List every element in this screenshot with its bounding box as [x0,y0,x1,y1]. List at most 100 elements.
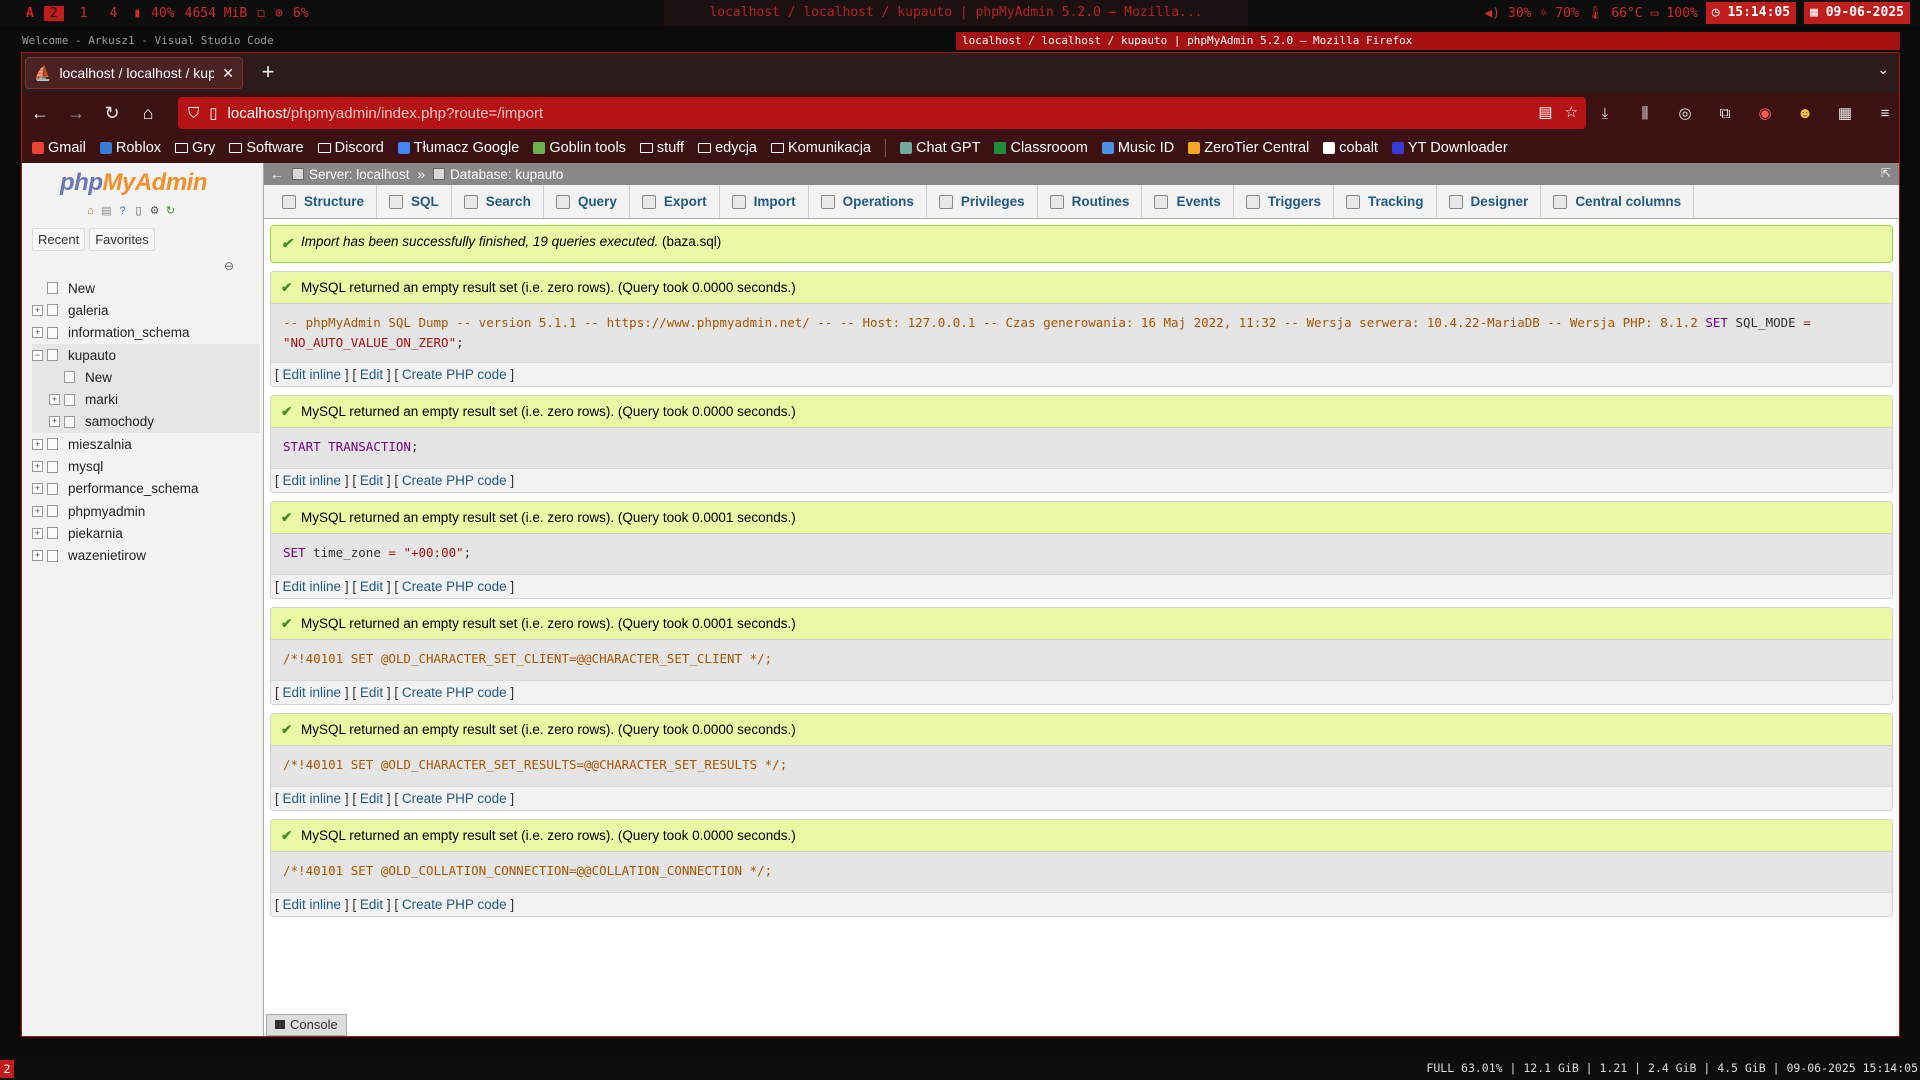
edit-link[interactable]: Edit [360,897,383,912]
firefox-window-title[interactable]: localhost / localhost / kupauto | phpMyA… [956,32,1900,50]
tree-node[interactable]: − kupauto [32,343,260,367]
tree-node[interactable]: + wazenietirow [32,545,260,567]
tree-node[interactable]: + marki [32,388,260,411]
tab-query[interactable]: Query [544,184,630,219]
bookmark-7[interactable]: stuff [639,140,684,156]
tab-import[interactable]: Import [720,184,809,219]
tab-structure[interactable]: Structure [270,184,378,219]
downloads-icon[interactable]: ⤓ [1590,105,1620,122]
back-button[interactable]: ← [22,97,58,129]
extension-face-icon[interactable]: ☻ [1790,105,1820,122]
bookmark-11[interactable]: Classrooom [994,140,1088,156]
breadcrumb-database[interactable]: Database: kupauto [433,167,563,182]
edit-inline-link[interactable]: Edit inline [283,791,342,806]
tree-node-label[interactable]: galeria [68,303,109,318]
menu-hamburger-icon[interactable]: ≡ [1870,105,1900,122]
shield-icon[interactable]: ⛉ [188,105,199,122]
expand-icon[interactable]: + [32,483,43,495]
extension-wf-icon[interactable]: ▦ [1830,104,1860,122]
bookmark-10[interactable]: Chat GPT [900,140,980,156]
forward-button[interactable]: → [58,97,94,129]
list-all-tabs-chevron-icon[interactable]: ⌄ [1877,61,1889,78]
tree-node-label[interactable]: New [68,281,95,296]
tree-node[interactable]: New [32,277,260,299]
library-icon[interactable]: ⫼ [1630,105,1660,122]
bookmark-1[interactable]: Roblox [99,140,161,156]
expand-icon[interactable]: + [32,550,43,562]
expand-icon[interactable]: + [49,394,60,406]
settings-gear-icon[interactable]: ⚙ [148,205,161,218]
bookmark-0[interactable]: Gmail [32,140,86,156]
volume-level[interactable]: 30% [1508,6,1531,21]
url-bar[interactable]: ⛉ ▯ localhost/phpmyadmin/index.php?route… [178,97,1586,129]
tree-node-label[interactable]: kupauto [68,348,116,363]
link-with-main-panel-icon[interactable]: ⊖ [224,259,234,273]
phpmyadmin-logo[interactable]: phpMyAdmin [60,169,207,197]
home-icon[interactable]: ⌂ [84,205,97,218]
workspace-button-1[interactable]: 1 [74,6,94,21]
docs-icon[interactable]: ▯ [132,205,145,218]
close-tab-icon[interactable]: ✕ [222,65,234,82]
bookmark-9[interactable]: Komunikacja [770,140,871,156]
extensions-puzzle-icon[interactable]: ⧉ [1710,105,1740,122]
recent-tables-button[interactable]: Recent [32,228,86,251]
tree-node[interactable]: + mysql [32,455,260,477]
tab-tracking[interactable]: Tracking [1334,184,1437,219]
tree-node-label[interactable]: marki [85,392,118,407]
tree-node-label[interactable]: performance_schema [68,481,199,496]
tree-node-label[interactable]: phpmyadmin [68,504,145,519]
tab-operations[interactable]: Operations [809,184,927,219]
tree-line-icon[interactable] [32,283,43,294]
workspace-button-4[interactable]: 4 [103,6,123,21]
tab-privileges[interactable]: Privileges [927,184,1038,219]
create-php-code-link[interactable]: Create PHP code [402,897,507,912]
tree-node[interactable]: + galeria [32,299,260,321]
edit-inline-link[interactable]: Edit inline [283,473,342,488]
expand-icon[interactable]: + [32,438,43,450]
create-php-code-link[interactable]: Create PHP code [402,791,507,806]
extension-mask-icon[interactable]: ◎ [1670,104,1700,122]
favorite-tables-button[interactable]: Favorites [89,228,155,251]
bookmark-8[interactable]: edycja [698,140,757,156]
tab-routines[interactable]: Routines [1038,184,1143,219]
tree-node[interactable]: + information_schema [32,322,260,344]
edit-inline-link[interactable]: Edit inline [283,579,342,594]
tree-node[interactable]: + phpmyadmin [32,500,260,522]
reload-navigation-icon[interactable]: ↻ [164,205,177,218]
home-button[interactable]: ⌂ [130,97,166,129]
tree-node[interactable]: New [32,366,260,389]
bookmark-4[interactable]: Discord [317,140,384,156]
tab-central-columns[interactable]: Central columns [1541,184,1695,219]
browser-tab-phpmyadmin[interactable]: ⛵ localhost / localhost / kupa ✕ [25,57,243,89]
workspace-indicator[interactable]: 2 [0,1060,14,1078]
tree-node-label[interactable]: mieszalnia [68,437,132,452]
edit-link[interactable]: Edit [360,367,383,382]
bookmark-15[interactable]: YT Downloader [1391,140,1508,156]
bookmark-5[interactable]: Tłumacz Google [397,140,519,156]
edit-link[interactable]: Edit [360,473,383,488]
tree-node-label[interactable]: mysql [68,459,103,474]
expand-icon[interactable]: + [32,505,43,517]
expand-icon[interactable]: + [32,527,43,539]
tree-line-icon[interactable] [49,372,60,383]
workspace-button-2[interactable]: 2 [43,5,64,21]
edit-link[interactable]: Edit [360,685,383,700]
tree-node[interactable]: + mieszalnia [32,433,260,455]
ublock-icon[interactable]: ◉ [1750,104,1780,122]
bookmark-star-icon[interactable]: ☆ [1565,103,1578,121]
tree-node-label[interactable]: samochody [85,414,154,429]
tab-events[interactable]: Events [1142,184,1234,219]
edit-inline-link[interactable]: Edit inline [283,897,342,912]
create-php-code-link[interactable]: Create PHP code [402,685,507,700]
tab-search[interactable]: Search [452,184,544,219]
tree-node-label[interactable]: piekarnia [68,526,123,541]
edit-link[interactable]: Edit [360,579,383,594]
bookmark-14[interactable]: cobalt [1323,140,1378,156]
logout-icon[interactable]: ▤ [100,205,113,218]
bookmark-13[interactable]: ZeroTier Central [1188,140,1309,156]
create-php-code-link[interactable]: Create PHP code [402,579,507,594]
arrow-left-icon[interactable]: ← [270,167,284,182]
page-icon[interactable]: ▯ [209,104,217,122]
tab-sql[interactable]: SQL [377,184,452,219]
expand-icon[interactable]: + [32,327,43,339]
